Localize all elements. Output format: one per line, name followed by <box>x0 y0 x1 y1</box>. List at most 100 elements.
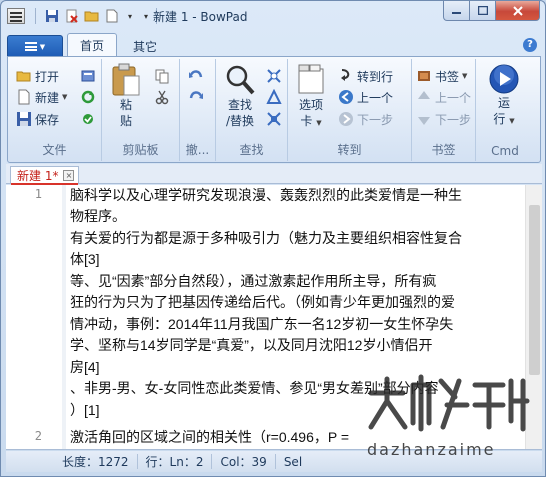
tabs-button[interactable]: 选项 卡 ▼ <box>292 63 330 131</box>
open-recent-button[interactable] <box>80 67 96 85</box>
arrow-left-icon <box>339 90 353 104</box>
reload-icon <box>81 90 95 104</box>
new-file-icon <box>18 89 30 105</box>
bowpad-window: ▾ ▾ 新建 1 - BowPad ▼ 首页 其它 ? 打开 新建 ▼ 保存 文… <box>0 0 546 477</box>
document-tab[interactable]: 新建 1* × <box>10 166 80 185</box>
save-all-button[interactable] <box>80 110 96 128</box>
close-button[interactable] <box>496 1 540 21</box>
group-file: 打开 新建 ▼ 保存 文件 <box>8 59 102 161</box>
text-line: 学、坚称与14岁同学是“真爱”，以及同月沈阳12岁小情侣开 <box>70 337 433 353</box>
bookmark-prev-button[interactable]: 上一个 <box>416 88 471 106</box>
file-menu-button[interactable]: ▼ <box>7 35 63 57</box>
group-bookmarks: 书签 ▼ 上一个 下一步 书签 <box>412 59 476 161</box>
goto-prev-button[interactable]: 上一个 <box>338 88 393 106</box>
tab-home[interactable]: 首页 <box>67 33 118 57</box>
paste-label-1: 粘 <box>119 98 132 112</box>
group-cmd: 运 行 ▼ Cmd <box>476 59 534 161</box>
copy-icon <box>155 69 169 84</box>
goto-line-button[interactable]: 转到行 <box>338 67 393 85</box>
find-prev-button[interactable] <box>266 88 282 106</box>
arrow-down-icon <box>418 117 430 125</box>
new-button[interactable]: 新建 ▼ <box>16 88 67 106</box>
scrollbar-thumb[interactable] <box>529 205 540 375</box>
bookmark-button[interactable]: 书签 ▼ <box>416 67 467 85</box>
arrow-up-icon <box>418 91 430 99</box>
save-all-icon <box>83 114 93 124</box>
text-line: 狂的行为只为了把基因传递给后代。（例如青少年更加强烈的爱 <box>70 294 455 310</box>
open-folder-icon <box>16 71 31 82</box>
undo-icon <box>189 70 203 78</box>
line-number-gutter: 1 2 <box>6 185 60 449</box>
paste-button[interactable]: 粘 贴 <box>108 63 144 129</box>
magnifier-icon <box>226 65 255 95</box>
copy-button[interactable] <box>154 67 170 85</box>
vertical-scrollbar[interactable] <box>525 185 542 449</box>
find-replace-button[interactable]: 查找 /替换 <box>220 63 260 129</box>
cut-button[interactable] <box>154 88 170 106</box>
group-clipboard-label: 剪贴板 <box>122 143 159 157</box>
new-file-dropdown-icon[interactable]: ▾ <box>124 12 136 21</box>
group-undo-label: 撤... <box>185 143 210 157</box>
goto-next-button[interactable]: 下一步 <box>338 110 393 128</box>
bookmark-next-button[interactable]: 下一步 <box>416 110 471 128</box>
help-icon[interactable]: ? <box>523 38 537 52</box>
save-label: 保存 <box>35 112 60 127</box>
text-line: 体[3] <box>70 251 100 267</box>
tabs-label-1: 选项 <box>298 98 323 112</box>
customize-qat-icon[interactable]: ▾ <box>140 12 152 21</box>
group-goto-label: 转到 <box>337 143 362 157</box>
group-goto: 选项 卡 ▼ 转到行 上一个 下一步 转到 <box>288 59 412 161</box>
status-line: 行：Ln：2 <box>138 454 213 469</box>
save-icon <box>17 112 31 126</box>
close-file-icon[interactable] <box>64 8 80 24</box>
open-button[interactable]: 打开 <box>16 67 59 85</box>
fold-margin <box>62 185 66 449</box>
save-icon[interactable] <box>44 8 60 24</box>
undo-button[interactable] <box>188 67 204 85</box>
ribbon-panel: 打开 新建 ▼ 保存 文件 粘 贴 剪贴板 撤... 查找 /替换 查找 选项 … <box>7 56 541 163</box>
new-file-icon[interactable] <box>104 8 120 24</box>
goto-prev-label: 上一个 <box>357 90 394 105</box>
text-line: 激活角回的区域之间的相关性（r=0.496，P = <box>70 429 350 445</box>
find-next-button[interactable] <box>266 67 282 85</box>
app-icon[interactable] <box>7 8 25 24</box>
tab-other[interactable]: 其它 <box>121 35 169 57</box>
goto-line-label: 转到行 <box>357 69 394 84</box>
editor[interactable]: 1 2 脑科学以及心理学研究发现浪漫、轰轰烈烈的此类爱情是一种生 物程序。 有关… <box>6 185 542 450</box>
replace-button[interactable] <box>266 110 282 128</box>
bookmark-icon <box>418 71 430 81</box>
text-line: 房[4] <box>70 359 100 375</box>
title-bar: ▾ ▾ 新建 1 - BowPad <box>1 1 545 31</box>
goto-line-icon <box>341 69 350 81</box>
chevron-down-icon: ▼ <box>62 93 68 101</box>
save-button[interactable]: 保存 <box>16 110 59 128</box>
find-next-icon <box>267 69 281 83</box>
line-number: 2 <box>34 429 42 443</box>
text-line: 情冲动，事例：2014年11月我国广东一名12岁初一女生怀孕失 <box>70 316 454 332</box>
chevron-down-icon: ▼ <box>39 42 46 51</box>
bookmark-label: 书签 <box>435 69 460 84</box>
chevron-down-icon: ▼ <box>462 72 468 80</box>
new-label: 新建 <box>35 90 60 105</box>
close-tab-icon[interactable]: × <box>63 170 75 181</box>
minimize-button[interactable] <box>443 1 470 21</box>
paste-label-2: 贴 <box>119 114 132 128</box>
maximize-button[interactable] <box>470 1 496 21</box>
ribbon-tab-bar: ▼ 首页 其它 ? <box>7 33 541 57</box>
bookmark-next-label: 下一步 <box>435 112 472 127</box>
cut-icon <box>155 90 169 105</box>
group-cmd-label: Cmd <box>491 144 519 158</box>
run-label-2: 行 ▼ <box>493 112 515 126</box>
reload-button[interactable] <box>80 88 96 106</box>
bookmark-prev-label: 上一个 <box>435 90 472 105</box>
run-button[interactable]: 运 行 ▼ <box>486 63 522 129</box>
redo-button[interactable] <box>188 88 204 106</box>
line-number: 1 <box>34 187 42 201</box>
group-undo: 撤... <box>180 59 216 161</box>
open-folder-icon[interactable] <box>84 8 100 24</box>
arrow-right-icon <box>339 112 353 126</box>
window-title: 新建 1 - BowPad <box>153 10 248 24</box>
status-column: Col：39 <box>212 454 276 469</box>
paste-icon <box>112 63 140 96</box>
status-bar: 长度：1272 行：Ln：2 Col：39 Sel <box>6 451 542 472</box>
